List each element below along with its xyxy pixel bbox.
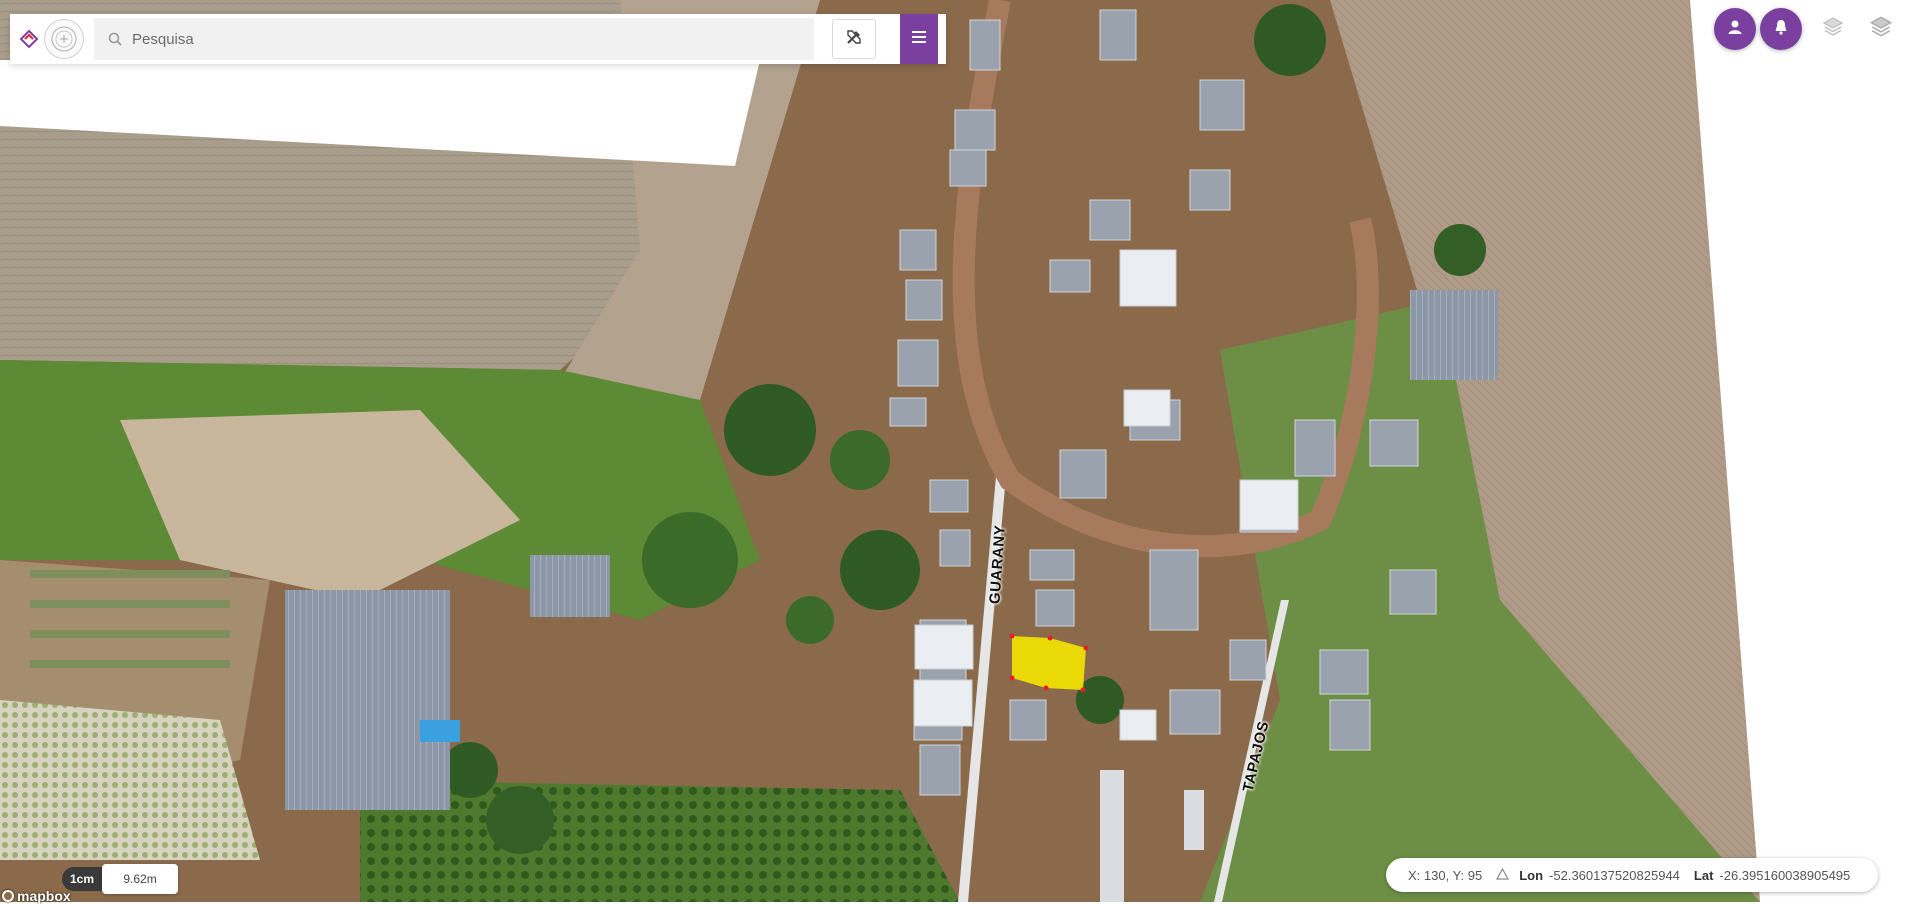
mapbox-logo-icon (2, 890, 14, 902)
lon-label: Lon (1519, 867, 1544, 883)
tools-button[interactable] (832, 19, 876, 59)
cursor-xy: X: 130, Y: 95 (1408, 867, 1483, 883)
user-button[interactable] (1714, 8, 1756, 50)
layers-icon (1868, 14, 1894, 45)
search-field[interactable] (94, 18, 814, 60)
hamburger-menu-icon (912, 30, 926, 48)
search-input[interactable] (130, 19, 790, 59)
tools-icon (845, 28, 863, 51)
notifications-button[interactable] (1760, 8, 1802, 50)
menu-button[interactable] (900, 14, 938, 64)
search-icon (100, 18, 130, 60)
org-seal-icon[interactable] (44, 19, 84, 59)
aerial-imagery[interactable] (0, 0, 1912, 902)
scale-value: 9.62m (102, 864, 179, 894)
triangle-icon (1496, 867, 1510, 883)
app-logo-icon[interactable] (14, 14, 44, 64)
coordinate-readout: X: 130, Y: 95 Lon -52.360137520825944 La… (1386, 858, 1878, 892)
lon-value: -52.360137520825944 (1549, 867, 1680, 883)
lat-label: Lat (1693, 867, 1714, 883)
layers-button[interactable] (1864, 12, 1898, 46)
layers-outline-button[interactable] (1816, 12, 1850, 46)
map-canvas[interactable]: GUARANY TAPAJOS (0, 0, 1912, 902)
layers-outline-icon (1821, 15, 1845, 44)
search-bar (10, 14, 946, 64)
lat-value: -26.395160038905495 (1719, 867, 1851, 883)
bell-icon (1773, 19, 1789, 40)
map-scale: 1cm 9.62m (62, 864, 179, 894)
user-icon (1727, 19, 1743, 40)
